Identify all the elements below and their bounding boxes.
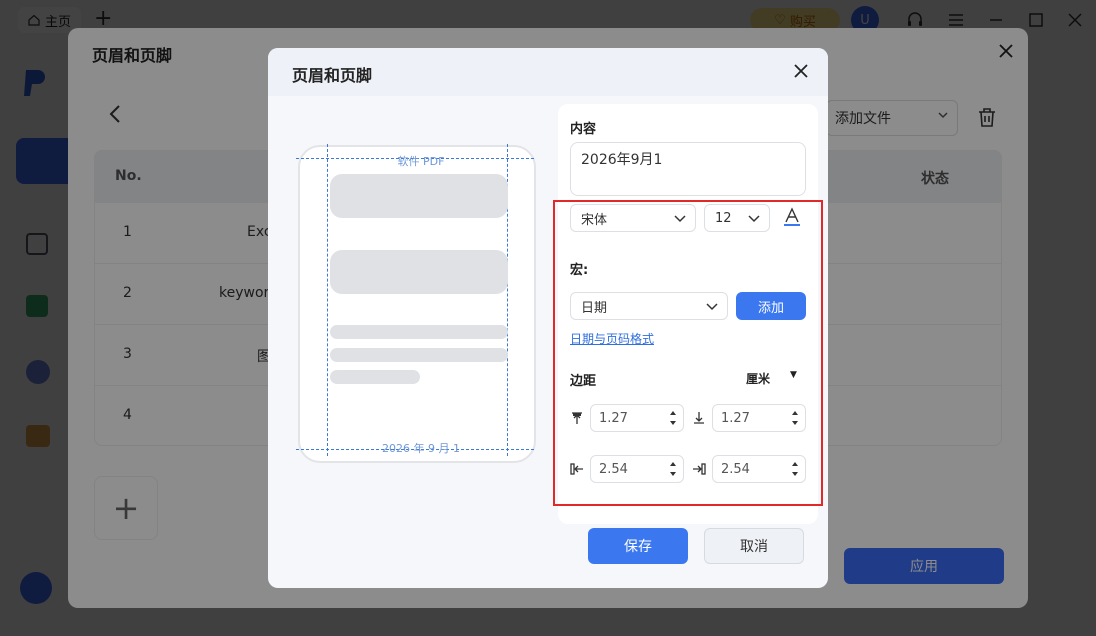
preview-line	[330, 325, 508, 339]
left-guide-line	[327, 144, 328, 456]
preview-line	[330, 370, 420, 384]
preview-block	[330, 174, 508, 218]
content-textarea[interactable]: 2026年9月1	[570, 142, 806, 196]
preview-footer-text: 2026 年 9 月 1	[382, 442, 460, 455]
save-button[interactable]: 保存	[588, 528, 688, 564]
highlight-frame	[553, 200, 823, 506]
dialog-header: 页眉和页脚	[268, 48, 828, 96]
content-label: 内容	[570, 122, 597, 137]
preview-block	[330, 250, 508, 294]
preview-line	[330, 348, 508, 362]
cancel-button[interactable]: 取消	[704, 528, 804, 564]
dialog-title: 页眉和页脚	[292, 66, 373, 85]
close-icon[interactable]	[790, 60, 812, 82]
preview-header-text: 软件 PDF	[397, 155, 445, 168]
